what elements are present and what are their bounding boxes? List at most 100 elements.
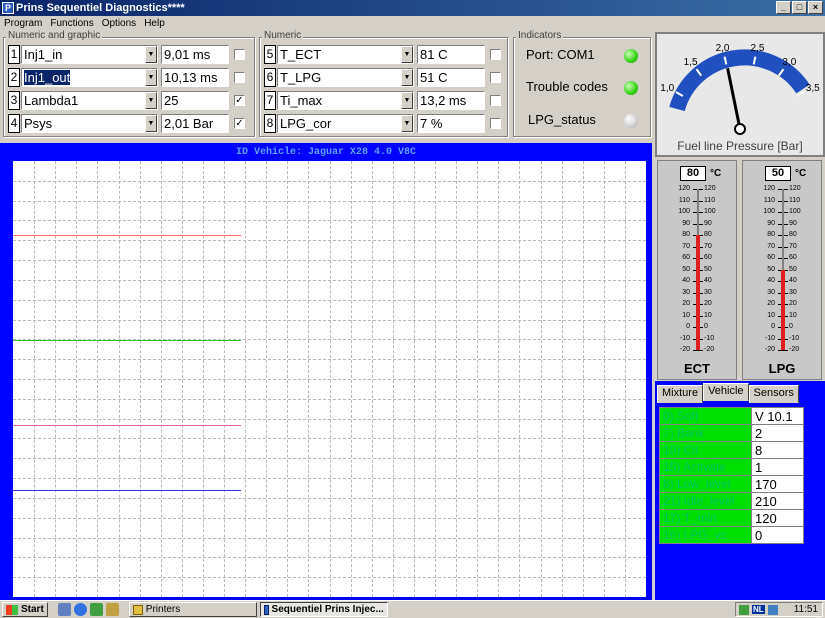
scale-label-left: 110 <box>763 196 775 204</box>
tab-sensors[interactable]: Sensors <box>748 385 799 403</box>
grid-line-horizontal <box>13 478 646 480</box>
numeric-channel-select[interactable]: Ti_max ▼ <box>277 91 414 110</box>
dropdown-arrow-icon[interactable]: ▼ <box>145 115 157 132</box>
taskbar-prins-label: Sequentiel Prins Injec... <box>271 604 384 615</box>
scale-label-left: 100 <box>678 208 690 215</box>
start-button[interactable]: Start <box>2 602 48 617</box>
graphic-channel-select[interactable]: Inj1_in ▼ <box>21 45 158 64</box>
menu-program[interactable]: Program <box>4 18 42 29</box>
dropdown-arrow-icon[interactable]: ▼ <box>145 46 157 63</box>
numeric-channel-checkbox[interactable] <box>490 49 501 60</box>
scale-label-right: 80 <box>704 231 712 238</box>
tab-vehicle[interactable]: Vehicle <box>703 383 749 401</box>
graphic-channel-index: 2 <box>8 68 20 87</box>
param-key: 15) Activate <box>659 458 752 476</box>
show-desktop-icon[interactable] <box>57 603 71 616</box>
numeric-channel-index: 6 <box>264 68 276 87</box>
dropdown-arrow-icon[interactable]: ▼ <box>401 46 413 63</box>
graphic-channel-select[interactable]: Psys ▼ <box>21 114 158 133</box>
scale-label-left: 70 <box>767 242 775 250</box>
param-row: 15) Activate 1 <box>659 458 804 476</box>
scale-label-right: 120 <box>704 185 716 192</box>
param-row: 21) Idle_level 210 <box>659 492 804 510</box>
gauge-hub <box>734 123 746 135</box>
gauge-tick-label: 3,0 <box>782 57 796 68</box>
numeric-channel-checkbox[interactable] <box>490 118 501 129</box>
scale-label-right: -10 <box>789 334 800 342</box>
grid-line-horizontal <box>13 240 646 242</box>
grid-line-horizontal <box>13 220 646 222</box>
param-value[interactable]: 170 <box>751 475 804 493</box>
scale-label-right: 70 <box>789 242 797 250</box>
tray-volume-icon[interactable] <box>739 604 749 615</box>
window-title: Prins Sequentiel Diagnostics**** <box>16 2 185 14</box>
numeric-channel-select[interactable]: T_ECT ▼ <box>277 45 414 64</box>
trace-blue <box>13 490 241 492</box>
indicators-label: Indicators <box>516 30 564 41</box>
graphic-channel-index: 1 <box>8 45 20 64</box>
numeric-channel-checkbox[interactable] <box>490 95 501 106</box>
param-value[interactable]: 1 <box>751 458 804 476</box>
scale-label-left: 80 <box>767 231 775 238</box>
indicator-lpg-label: LPG_status <box>528 112 596 127</box>
menu-options[interactable]: Options <box>102 18 136 29</box>
folder-icon <box>132 604 143 615</box>
dropdown-arrow-icon[interactable]: ▼ <box>401 92 413 109</box>
dropdown-arrow-icon[interactable]: ▼ <box>145 92 157 109</box>
language-indicator[interactable]: NL <box>752 605 765 614</box>
param-row: 17) T_min 120 <box>659 509 804 527</box>
scale-label-left: -20 <box>679 346 690 353</box>
param-value[interactable]: 120 <box>751 509 804 527</box>
numeric-channel-checkbox[interactable] <box>490 72 501 83</box>
numeric-channel-select-value: T_LPG <box>280 70 322 85</box>
menu-functions[interactable]: Functions <box>50 18 93 29</box>
taskbar-prins[interactable]: Sequentiel Prins Injec... <box>259 602 388 617</box>
param-key: 10) Cil <box>659 441 752 459</box>
clock: 11:51 <box>793 604 818 615</box>
maximize-button[interactable]: □ <box>792 1 807 14</box>
param-value[interactable]: 2 <box>751 424 804 442</box>
media-icon[interactable] <box>105 603 119 616</box>
taskbar-printers[interactable]: Printers <box>128 602 257 617</box>
scale-label-right: 0 <box>789 323 793 330</box>
tab-mixture[interactable]: Mixture <box>657 385 704 403</box>
network-icon[interactable] <box>767 604 778 615</box>
param-value[interactable]: V 10.1 <box>751 407 804 425</box>
param-value[interactable]: 0 <box>751 526 804 544</box>
graphic-channel-checkbox[interactable]: ✓ <box>234 95 245 106</box>
graphic-channel-checkbox[interactable] <box>234 72 245 83</box>
scale-label-left: 90 <box>682 219 690 227</box>
scale-label-left: 60 <box>682 254 690 261</box>
grid-line-horizontal <box>13 537 646 539</box>
internet-explorer-icon[interactable] <box>73 603 87 616</box>
graphic-channel-select[interactable]: Inj1_out ▼ <box>21 68 158 87</box>
scale-label-left: 10 <box>767 311 775 319</box>
param-value[interactable]: 210 <box>751 492 804 510</box>
grid-line-horizontal <box>13 359 646 361</box>
numeric-channel-select[interactable]: T_LPG ▼ <box>277 68 414 87</box>
param-key: 16) LPG_vc <box>659 526 752 544</box>
param-key: 7) Bank <box>659 424 752 442</box>
graphic-channel-checkbox[interactable] <box>234 49 245 60</box>
close-button[interactable]: × <box>808 1 823 14</box>
params-panel: Mixture Vehicle Sensors 0) Soft V 10.1 7) Ba… <box>655 381 825 600</box>
ect-reading: 80 <box>680 166 706 181</box>
numeric-channel-select[interactable]: LPG_cor ▼ <box>277 114 414 133</box>
graphic-channel-checkbox[interactable]: ✓ <box>234 118 245 129</box>
scale-label-left: 50 <box>767 265 775 273</box>
trouble-codes-led <box>624 81 638 95</box>
lpg-status-led <box>624 114 638 128</box>
dropdown-arrow-icon[interactable]: ▼ <box>401 69 413 86</box>
scale-label-right: 0 <box>704 323 708 330</box>
dropdown-arrow-icon[interactable]: ▼ <box>401 115 413 132</box>
minimize-button[interactable]: _ <box>776 1 791 14</box>
unit-label: °C <box>710 168 722 179</box>
param-value[interactable]: 8 <box>751 441 804 459</box>
graphic-channel-select[interactable]: Lambda1 ▼ <box>21 91 158 110</box>
param-row: 6) Low_level 170 <box>659 475 804 493</box>
scale-label-right: -10 <box>704 334 715 342</box>
menu-help[interactable]: Help <box>144 18 165 29</box>
scale-label-left: -10 <box>679 334 690 342</box>
outlook-icon[interactable] <box>89 603 103 616</box>
dropdown-arrow-icon[interactable]: ▼ <box>145 69 157 86</box>
